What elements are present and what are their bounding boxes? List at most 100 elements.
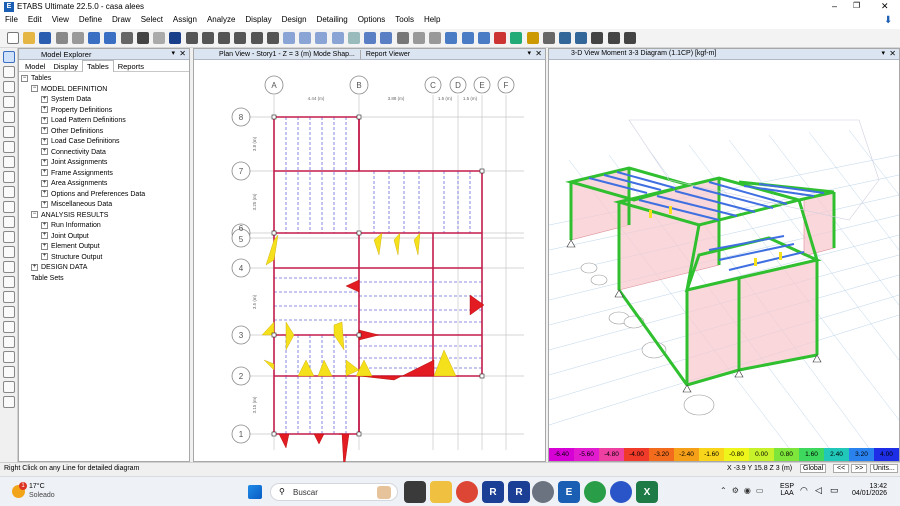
draw-reference-point-icon[interactable]	[3, 276, 15, 288]
maximize-button[interactable]: ❐	[853, 1, 860, 10]
perspective-icon[interactable]	[380, 32, 393, 44]
menu-display[interactable]: Display	[240, 14, 276, 25]
3d-view-menu-icon[interactable]: ▾	[881, 49, 885, 57]
new-model-icon[interactable]	[7, 32, 19, 44]
draw-beam-icon[interactable]	[3, 96, 15, 108]
report-icon[interactable]	[623, 32, 636, 44]
draw-opening-icon[interactable]	[3, 216, 15, 228]
draw-floor-icon[interactable]	[3, 171, 15, 183]
zoom-in-icon[interactable]	[201, 32, 214, 44]
menu-tools[interactable]: Tools	[390, 14, 419, 25]
expand-icon[interactable]: +	[41, 232, 48, 240]
3d-model-drawing[interactable]	[549, 60, 899, 448]
line-style-icon[interactable]	[591, 32, 604, 44]
file-explorer-icon[interactable]	[430, 481, 452, 503]
snap-icon[interactable]	[3, 381, 15, 393]
tree-item[interactable]: + Load Pattern Definitions	[21, 116, 189, 127]
battery-icon[interactable]: ▭	[830, 485, 839, 496]
expand-icon[interactable]: +	[31, 263, 38, 271]
tree-item[interactable]: + Joint Output	[21, 232, 189, 243]
expand-icon[interactable]: +	[41, 179, 48, 187]
tree-item[interactable]: + Joint Assignments	[21, 158, 189, 169]
tree-item[interactable]: + Element Output	[21, 242, 189, 253]
design-icon[interactable]	[558, 32, 571, 44]
zoom-window-icon[interactable]	[185, 32, 198, 44]
draw-wall-icon[interactable]	[3, 201, 15, 213]
snap-options-icon[interactable]	[3, 396, 15, 408]
tree-item[interactable]: + Structure Output	[21, 253, 189, 264]
draw-strip-icon[interactable]	[3, 336, 15, 348]
menu-analyze[interactable]: Analyze	[202, 14, 240, 25]
tree-item[interactable]: Table Sets	[21, 274, 189, 285]
unlock-icon[interactable]	[153, 32, 166, 44]
view-3d-icon[interactable]	[282, 32, 295, 44]
expand-icon[interactable]: +	[41, 137, 48, 145]
prev-button[interactable]: <<	[833, 464, 850, 473]
menu-options[interactable]: Options	[353, 14, 391, 25]
draw-secondary-beam-icon[interactable]	[3, 141, 15, 153]
plan-menu-icon[interactable]: ▾	[527, 49, 531, 57]
tree-item[interactable]: + Frame Assignments	[21, 169, 189, 180]
volume-icon[interactable]: ◁	[815, 485, 822, 496]
undo-icon[interactable]	[88, 32, 101, 44]
tree-item[interactable]: + Other Definitions	[21, 127, 189, 138]
meet-icon[interactable]	[610, 481, 632, 503]
tab-report-viewer[interactable]: Report Viewer	[359, 50, 415, 59]
display-options-icon[interactable]	[542, 32, 555, 44]
table-icon[interactable]	[607, 32, 620, 44]
expand-icon[interactable]: +	[41, 200, 48, 208]
explorer-close-icon[interactable]: ✕	[179, 49, 186, 58]
tab-plan-view[interactable]: Plan View - Story1 - Z = 3 (m) Mode Shap…	[214, 50, 360, 59]
menu-assign[interactable]: Assign	[168, 14, 202, 25]
close-button[interactable]: ✕	[881, 1, 889, 12]
expand-icon[interactable]: +	[41, 221, 48, 229]
plan-close-icon[interactable]: ✕	[535, 49, 542, 58]
draw-brace-icon[interactable]	[3, 111, 15, 123]
tree-item[interactable]: + DESIGN DATA	[21, 263, 189, 274]
tab-model[interactable]: Model	[21, 61, 49, 72]
grid-icon[interactable]	[396, 32, 409, 44]
pin-icon[interactable]: ▾	[171, 49, 175, 57]
download-icon[interactable]: ⬇	[884, 15, 892, 26]
collapse-icon[interactable]: −	[31, 85, 38, 93]
draw-section-cut-icon[interactable]	[3, 291, 15, 303]
reshape-icon[interactable]	[3, 66, 15, 78]
app-r2-icon[interactable]: R	[508, 481, 530, 503]
draw-wall-line-icon[interactable]	[3, 351, 15, 363]
tree-item[interactable]: − MODEL DEFINITION	[21, 85, 189, 96]
tree-item[interactable]: + System Data	[21, 95, 189, 106]
display-deformed-icon[interactable]	[494, 32, 507, 44]
draw-axis-icon[interactable]	[3, 366, 15, 378]
redo-icon[interactable]	[104, 32, 117, 44]
expand-icon[interactable]: +	[41, 148, 48, 156]
expand-icon[interactable]: +	[41, 95, 48, 103]
menu-help[interactable]: Help	[419, 14, 445, 25]
tree-item[interactable]: + Load Case Definitions	[21, 137, 189, 148]
expand-icon[interactable]: +	[41, 127, 48, 135]
view-xz-icon[interactable]	[315, 32, 328, 44]
zoom-restore-icon[interactable]	[234, 32, 247, 44]
expand-icon[interactable]: +	[41, 190, 48, 198]
tree-item[interactable]: + Property Definitions	[21, 106, 189, 117]
coordinate-system-select[interactable]: Global	[800, 464, 827, 473]
minimize-button[interactable]: –	[832, 1, 837, 11]
draw-dimension-icon[interactable]	[3, 261, 15, 273]
pointer-icon[interactable]	[3, 51, 15, 63]
menu-draw[interactable]: Draw	[107, 14, 136, 25]
settings-icon[interactable]	[532, 481, 554, 503]
save-icon[interactable]	[39, 32, 52, 44]
tree-item[interactable]: + Miscellaneous Data	[21, 200, 189, 211]
chrome-icon[interactable]	[456, 481, 478, 503]
lock-icon[interactable]	[71, 32, 84, 44]
pan-icon[interactable]	[250, 32, 263, 44]
language-indicator[interactable]: ESP LAA	[780, 483, 794, 497]
3d-view-title[interactable]: 3-D View Moment 3-3 Diagram (1.1CP) [kgf…	[571, 50, 716, 57]
draw-wall-stack-icon[interactable]	[3, 231, 15, 243]
display-loads-icon[interactable]	[526, 32, 539, 44]
rubber-band-icon[interactable]	[347, 32, 360, 44]
zoom-out-icon[interactable]	[218, 32, 231, 44]
draw-link-icon[interactable]	[3, 156, 15, 168]
expand-icon[interactable]: +	[41, 158, 48, 166]
menu-design[interactable]: Design	[277, 14, 312, 25]
tree-item[interactable]: + Connectivity Data	[21, 148, 189, 159]
